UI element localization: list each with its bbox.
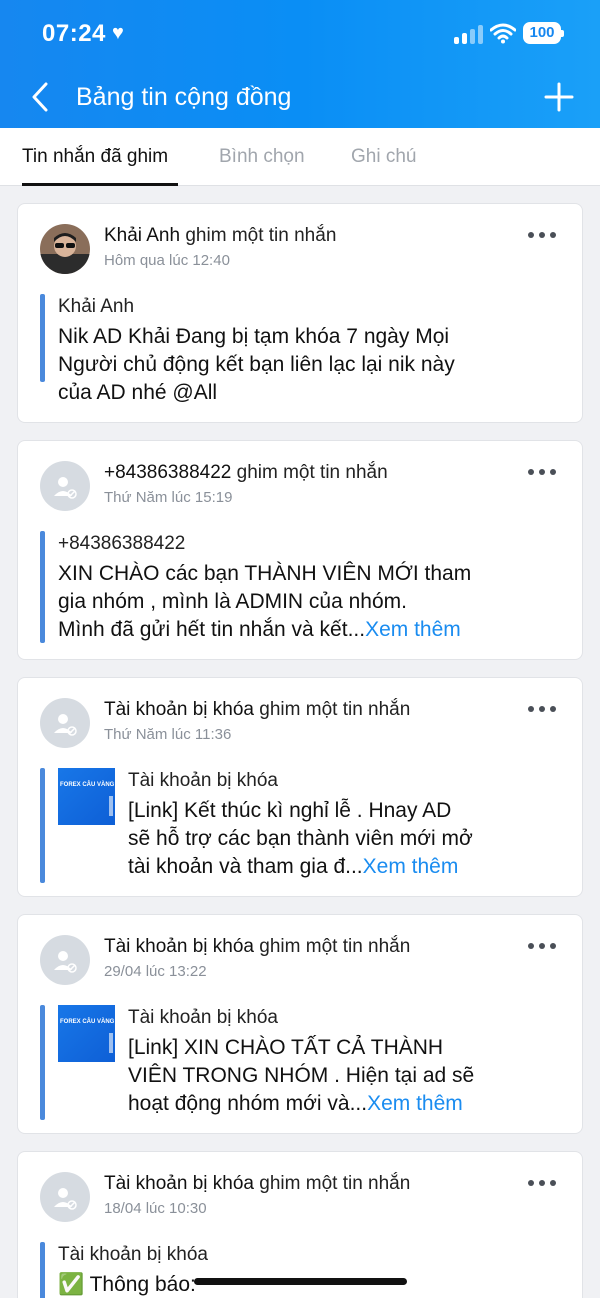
pinned-post-card[interactable]: Khải Anh ghim một tin nhắn Hôm qua lúc 1…	[17, 203, 583, 423]
message-line: hoạt động nhóm mới và...	[128, 1092, 368, 1115]
author-name[interactable]: Khải Anh	[104, 225, 180, 246]
heart-icon: ♥	[112, 22, 124, 44]
quote-sender: Khải Anh	[58, 296, 135, 317]
pinned-post-card[interactable]: Tài khoản bị khóa ghim một tin nhắn 29/0…	[17, 914, 583, 1134]
author-name[interactable]: Tài khoản bị khóa	[104, 1173, 254, 1194]
author-name[interactable]: Tài khoản bị khóa	[104, 699, 254, 720]
pin-author-line: Tài khoản bị khóa ghim một tin nhắn	[104, 936, 410, 958]
quote-sender: Tài khoản bị khóa	[58, 1244, 208, 1265]
status-bar: 07:24 ♥ 100	[0, 14, 600, 54]
message-line: gia nhóm , mình là ADMIN của nhóm.	[58, 590, 407, 613]
message-line: Mình đã gửi hết tin nhắn và kết...	[58, 618, 366, 641]
pin-action: ghim một tin nhắn	[259, 1173, 411, 1194]
pinned-post-card[interactable]: Tài khoản bị khóa ghim một tin nhắn 18/0…	[17, 1151, 583, 1298]
quote-bar	[40, 531, 45, 643]
app-header: 07:24 ♥ 100 Bảng tin cộng đồng	[0, 0, 600, 128]
default-avatar-icon[interactable]	[40, 935, 90, 985]
default-avatar-icon[interactable]	[40, 698, 90, 748]
status-time: 07:24	[42, 20, 106, 47]
message-line: Người chủ động kết bạn liên lạc lại nik …	[58, 353, 455, 376]
message-line: XIN CHÀO các bạn THÀNH VIÊN MỚI tham	[58, 562, 472, 585]
quote-bar	[40, 768, 45, 883]
quote-sender: +84386388422	[58, 533, 186, 554]
pin-time: Thứ Năm lúc 11:36	[104, 726, 232, 743]
pin-author-line: Tài khoản bị khóa ghim một tin nhắn	[104, 699, 410, 721]
pin-author-line: Tài khoản bị khóa ghim một tin nhắn	[104, 1173, 410, 1195]
more-options-icon[interactable]	[528, 467, 558, 477]
add-icon[interactable]	[544, 82, 574, 112]
battery-indicator: 100	[523, 22, 564, 44]
default-avatar-icon[interactable]	[40, 461, 90, 511]
thumbnail-mark	[109, 796, 113, 816]
pin-time: 18/04 lúc 10:30	[104, 1200, 207, 1217]
pin-action: ghim một tin nhắn	[259, 936, 411, 957]
see-more-link[interactable]: Xem thêm	[363, 855, 459, 878]
wifi-icon	[490, 23, 516, 44]
quote-bar	[40, 1242, 45, 1298]
pin-author-line: +84386388422 ghim một tin nhắn	[104, 462, 388, 484]
author-name[interactable]: +84386388422	[104, 462, 231, 483]
message-line: [Link] XIN CHÀO TẤT CẢ THÀNH	[128, 1036, 444, 1059]
more-options-icon[interactable]	[528, 704, 558, 714]
pin-time: Hôm qua lúc 12:40	[104, 252, 230, 269]
more-options-icon[interactable]	[528, 1178, 558, 1188]
tab-notes[interactable]: Ghi chú	[351, 146, 416, 168]
tab-pinned-messages[interactable]: Tin nhắn đã ghim	[22, 146, 168, 168]
quote-bar	[40, 1005, 45, 1120]
pin-action: ghim một tin nhắn	[259, 699, 411, 720]
pinned-post-card[interactable]: Tài khoản bị khóa ghim một tin nhắn Thứ …	[17, 677, 583, 897]
thumbnail-mark	[109, 1033, 113, 1053]
quote-sender: Tài khoản bị khóa	[128, 770, 278, 791]
signal-icon	[454, 24, 484, 44]
message-text: [Link] Kết thúc kì nghỉ lễ . Hnay AD sẽ …	[128, 797, 548, 881]
active-tab-indicator	[22, 183, 178, 186]
home-indicator[interactable]	[194, 1278, 407, 1285]
message-text: [Link] XIN CHÀO TẤT CẢ THÀNH VIÊN TRONG …	[128, 1034, 548, 1118]
message-line: [Link] Kết thúc kì nghỉ lễ . Hnay AD	[128, 799, 452, 822]
page-title: Bảng tin cộng đồng	[76, 83, 292, 111]
see-more-link[interactable]: Xem thêm	[365, 618, 461, 641]
message-line: của AD nhé @All	[58, 381, 218, 404]
thumbnail-caption: FOREX CÂU VÀNG	[60, 782, 115, 788]
link-thumbnail[interactable]: FOREX CÂU VÀNG	[58, 768, 115, 825]
pin-action: ghim một tin nhắn	[185, 225, 337, 246]
link-thumbnail[interactable]: FOREX CÂU VÀNG	[58, 1005, 115, 1062]
pin-time: Thứ Năm lúc 15:19	[104, 489, 233, 506]
more-options-icon[interactable]	[528, 230, 558, 240]
pinned-post-card[interactable]: +84386388422 ghim một tin nhắn Thứ Năm l…	[17, 440, 583, 660]
message-line: VIÊN TRONG NHÓM . Hiện tại ad sẽ	[128, 1064, 475, 1087]
see-more-link[interactable]: Xem thêm	[367, 1092, 463, 1115]
default-avatar-icon[interactable]	[40, 1172, 90, 1222]
pin-author-line: Khải Anh ghim một tin nhắn	[104, 225, 336, 247]
quote-sender: Tài khoản bị khóa	[128, 1007, 278, 1028]
pin-action: ghim một tin nhắn	[236, 462, 388, 483]
quote-bar	[40, 294, 45, 382]
message-line: sẽ hỗ trợ các bạn thành viên mới mở	[128, 827, 473, 850]
tab-polls[interactable]: Bình chọn	[219, 146, 305, 168]
back-arrow-icon[interactable]	[28, 80, 54, 114]
message-text: XIN CHÀO các bạn THÀNH VIÊN MỚI tham gia…	[58, 560, 518, 644]
message-line: tài khoản và tham gia đ...	[128, 855, 363, 878]
tab-bar: Tin nhắn đã ghim Bình chọn Ghi chú	[0, 128, 600, 186]
author-name[interactable]: Tài khoản bị khóa	[104, 936, 254, 957]
pin-time: 29/04 lúc 13:22	[104, 963, 207, 980]
avatar[interactable]	[40, 224, 90, 274]
message-line: Nik AD Khải Đang bị tạm khóa 7 ngày Mọi	[58, 325, 450, 348]
thumbnail-caption: FOREX CÂU VÀNG	[60, 1019, 115, 1025]
message-text: Nik AD Khải Đang bị tạm khóa 7 ngày Mọi …	[58, 323, 518, 407]
more-options-icon[interactable]	[528, 941, 558, 951]
